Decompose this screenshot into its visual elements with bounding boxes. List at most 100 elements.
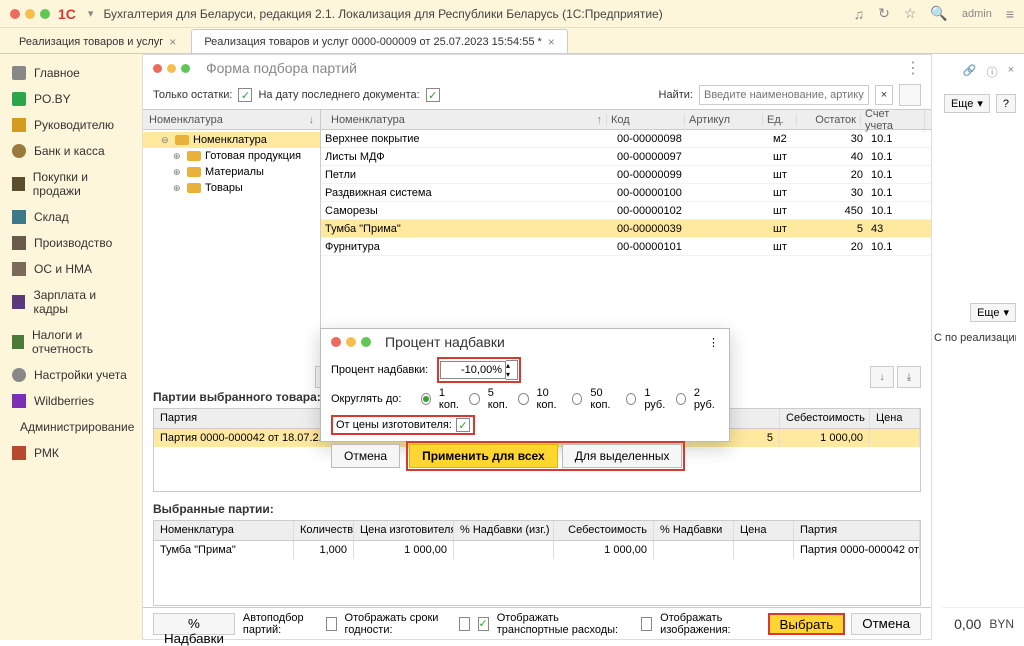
more-icon[interactable]: ⋮ [905, 58, 921, 78]
move-bottom-button[interactable]: ⤓ [897, 366, 921, 388]
search-input[interactable] [699, 85, 869, 105]
apply-all-button[interactable]: Применить для всех [409, 444, 558, 468]
more-icon[interactable]: ⋮ [708, 336, 719, 349]
round-2rub-radio[interactable] [676, 393, 686, 405]
table-row[interactable]: Тумба "Прима"00-00000039шт543 [321, 220, 931, 238]
menu-icon[interactable]: ≡ [1006, 6, 1014, 22]
sidebar-item-hr[interactable]: Зарплата и кадры [0, 282, 142, 322]
col-part[interactable]: Партия [794, 521, 920, 540]
close-icon[interactable]: × [1008, 64, 1014, 80]
bell-icon[interactable]: ♫ [854, 6, 865, 22]
arrow-icon[interactable]: ▾ [88, 7, 94, 20]
tree-root[interactable]: ⊖Номенклатура [143, 132, 320, 148]
history-icon[interactable]: ↻ [878, 5, 890, 22]
info-icon[interactable]: ⓘ [987, 64, 998, 80]
more-button-2[interactable]: Еще ▾ [970, 303, 1016, 322]
col-nom[interactable]: Номенклатура [154, 521, 294, 540]
table-row[interactable]: Верхнее покрытие00-00000098м23010.1 [321, 130, 931, 148]
sidebar-item-manager[interactable]: Руководителю [0, 112, 142, 138]
col-nadbp[interactable]: % Надбавки (изг.) [454, 521, 554, 540]
from-mfr-checkbox[interactable] [456, 418, 470, 432]
col-cena[interactable]: Цена [870, 409, 920, 428]
close-icon[interactable]: × [548, 35, 555, 49]
round-5kop-radio[interactable] [469, 393, 479, 405]
sidebar-item-poby[interactable]: PO.BY [0, 86, 142, 112]
col-ed[interactable]: Ед. [763, 114, 797, 126]
maximize-icon[interactable] [361, 337, 371, 347]
search-icon[interactable]: 🔍 [930, 5, 947, 22]
expand-icon[interactable]: ⊕ [173, 151, 183, 162]
admin-label[interactable]: admin [962, 8, 992, 20]
tab-realization-list[interactable]: Реализация товаров и услуг × [6, 29, 189, 53]
col-nom[interactable]: Номенклатура ↑ [327, 114, 607, 126]
round-10kop-radio[interactable] [518, 393, 528, 405]
sidebar-item-rmk[interactable]: РМК [0, 440, 142, 466]
col-art[interactable]: Артикул [685, 114, 763, 126]
table-row[interactable]: Саморезы00-00000102шт45010.1 [321, 202, 931, 220]
apply-selected-button[interactable]: Для выделенных [562, 444, 683, 468]
star-icon[interactable]: ☆ [904, 5, 917, 22]
show-expiry-checkbox[interactable] [459, 617, 470, 631]
window-controls[interactable] [10, 9, 50, 19]
round-1rub-radio[interactable] [626, 393, 636, 405]
col-seb[interactable]: Себестоимость [554, 521, 654, 540]
tree-item[interactable]: ⊕Материалы [143, 164, 320, 180]
dialog-cancel-button[interactable]: Отмена [331, 444, 400, 468]
close-icon[interactable]: × [169, 35, 176, 49]
sidebar-item-stock[interactable]: Склад [0, 204, 142, 230]
col-nadb[interactable]: % Надбавки [654, 521, 734, 540]
tab-realization-doc[interactable]: Реализация товаров и услуг 0000-000009 о… [191, 29, 568, 53]
expand-icon[interactable]: ⊕ [173, 167, 183, 178]
sidebar-item-bank[interactable]: Банк и касса [0, 138, 142, 164]
table-row[interactable]: Фурнитура00-00000101шт2010.1 [321, 238, 931, 256]
sidebar-item-settings[interactable]: Настройки учета [0, 362, 142, 388]
markup-input[interactable] [440, 361, 506, 379]
markup-pct-button[interactable]: % Надбавки [153, 613, 235, 635]
by-doc-date-checkbox[interactable] [426, 88, 440, 102]
move-down-button[interactable]: ↓ [870, 366, 894, 388]
close-icon[interactable] [153, 64, 162, 73]
tree-item[interactable]: ⊕Товары [143, 180, 320, 196]
col-ost[interactable]: Остаток [797, 114, 861, 126]
expand-icon[interactable]: ⊕ [173, 183, 183, 194]
sidebar-item-main[interactable]: Главное [0, 60, 142, 86]
col-code[interactable]: Код [607, 114, 685, 126]
table-row[interactable]: Петли00-00000099шт2010.1 [321, 166, 931, 184]
col-izg[interactable]: Цена изготовителя [354, 521, 454, 540]
col-seb[interactable]: Себестоимость [780, 409, 870, 428]
sidebar-item-assets[interactable]: ОС и НМА [0, 256, 142, 282]
table-row[interactable]: Раздвижная система00-00000100шт3010.1 [321, 184, 931, 202]
col-schet[interactable]: Счет учета [861, 108, 925, 132]
minimize-icon[interactable] [167, 64, 176, 73]
cancel-button[interactable]: Отмена [851, 613, 921, 635]
tree-item[interactable]: ⊕Готовая продукция [143, 148, 320, 164]
show-images-checkbox[interactable] [641, 617, 652, 631]
sidebar-item-taxes[interactable]: Налоги и отчетность [0, 322, 142, 362]
only-balance-checkbox[interactable] [238, 88, 252, 102]
link-icon[interactable]: 🔗 [963, 64, 977, 80]
round-50kop-radio[interactable] [572, 393, 582, 405]
more-button[interactable]: Еще ▾ [944, 94, 990, 113]
collapse-icon[interactable]: ⊖ [161, 135, 171, 146]
clear-search-icon[interactable]: × [875, 85, 893, 105]
sort-icon[interactable]: ↓ [309, 114, 315, 126]
select-button[interactable]: Выбрать [768, 613, 846, 635]
maximize-icon[interactable] [181, 64, 190, 73]
minimize-icon[interactable] [25, 9, 35, 19]
help-button[interactable]: ? [996, 94, 1016, 113]
chosen-row[interactable]: Тумба "Прима" 1,000 1 000,00 1 000,00 Па… [154, 541, 920, 559]
sidebar-item-prod[interactable]: Производство [0, 230, 142, 256]
col-cena[interactable]: Цена [734, 521, 794, 540]
show-transport-checkbox[interactable] [478, 617, 489, 631]
table-row[interactable]: Листы МДФ00-00000097шт4010.1 [321, 148, 931, 166]
barcode-button[interactable] [899, 84, 921, 106]
sidebar-item-sales[interactable]: Покупки и продажи [0, 164, 142, 204]
round-1kop-radio[interactable] [421, 393, 431, 405]
col-kol[interactable]: Количество [294, 521, 354, 540]
close-icon[interactable] [10, 9, 20, 19]
sidebar-item-wildberries[interactable]: Wildberries [0, 388, 142, 414]
sidebar-item-admin[interactable]: Администрирование [0, 414, 142, 440]
maximize-icon[interactable] [40, 9, 50, 19]
close-icon[interactable] [331, 337, 341, 347]
autopick-checkbox[interactable] [326, 617, 337, 631]
